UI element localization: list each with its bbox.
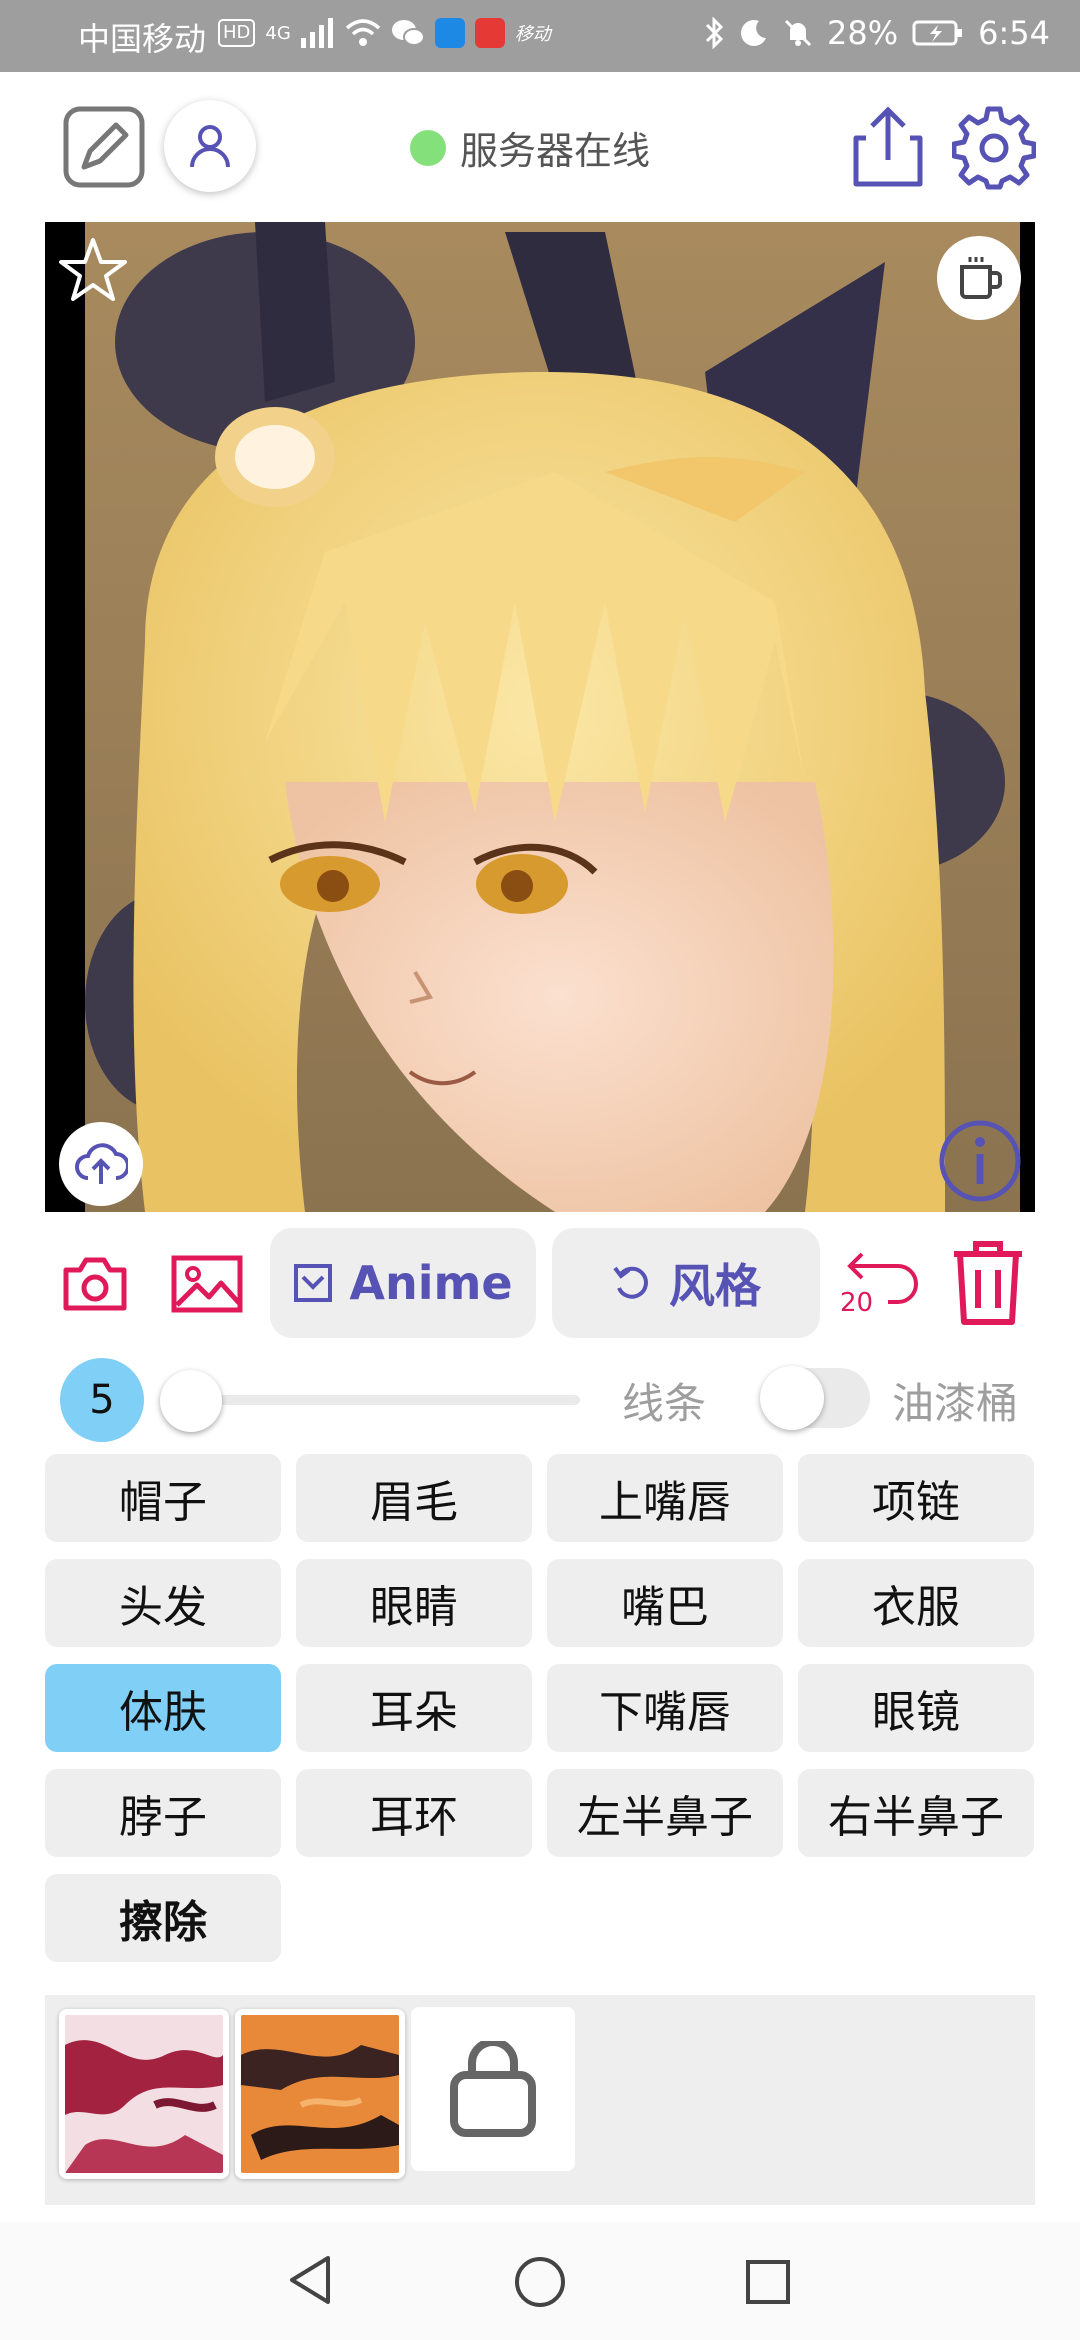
- mute-bell-icon: [784, 19, 812, 47]
- checkbox-mail-icon: [294, 1264, 333, 1302]
- search-app-icon: [434, 18, 465, 48]
- paint-bucket-label: 油漆桶: [892, 1379, 1019, 1428]
- brush-size-track[interactable]: [190, 1395, 580, 1405]
- nav-home-button[interactable]: [508, 2250, 572, 2314]
- wechat-icon: [391, 20, 425, 46]
- clock: 6:54: [978, 14, 1050, 52]
- edit-button[interactable]: [62, 105, 146, 189]
- favorite-button[interactable]: [55, 232, 131, 308]
- server-status: 服务器在线: [410, 120, 650, 175]
- back-triangle-icon: [290, 2256, 330, 2304]
- reader-app-icon: [474, 18, 505, 48]
- brush-size-badge: 5: [60, 1358, 144, 1442]
- undo-count: 20: [840, 1288, 874, 1318]
- undo-button[interactable]: 20: [838, 1244, 922, 1324]
- online-dot: [410, 129, 446, 166]
- cloud-upload-icon: [75, 1143, 128, 1184]
- system-nav-bar: [0, 2222, 1080, 2340]
- settings-button[interactable]: [952, 106, 1036, 190]
- status-icons-left: HD 4G 移动: [218, 18, 551, 48]
- part-chip[interactable]: 眼镜: [798, 1664, 1034, 1752]
- erase-chip[interactable]: 擦除: [45, 1874, 281, 1962]
- status-icons-right: 28% 6:54: [703, 14, 1050, 52]
- app-badge-text: 移动: [514, 24, 551, 45]
- part-chip[interactable]: 嘴巴: [547, 1559, 783, 1647]
- part-chip[interactable]: 帽子: [45, 1454, 281, 1542]
- gallery-button[interactable]: [170, 1252, 244, 1316]
- style-button[interactable]: 风格: [552, 1228, 820, 1338]
- trash-icon: [954, 1241, 1022, 1325]
- part-chip[interactable]: 下嘴唇: [547, 1664, 783, 1752]
- part-chip[interactable]: 左半鼻子: [547, 1769, 783, 1857]
- star-icon: [59, 238, 127, 301]
- recents-square-icon: [746, 2260, 790, 2304]
- network-type: 4G: [265, 22, 291, 44]
- texture-swatch-orange[interactable]: [235, 2009, 405, 2179]
- drawing-canvas[interactable]: [45, 222, 1035, 1212]
- delete-button[interactable]: [950, 1240, 1026, 1326]
- share-icon: [853, 106, 923, 187]
- carrier-name: 中国移动: [78, 20, 207, 58]
- texture-red-white: [65, 2015, 223, 2173]
- brush-size-thumb[interactable]: [160, 1370, 222, 1432]
- shop-bag-icon: [450, 2041, 536, 2137]
- part-chip-selected[interactable]: 体肤: [45, 1664, 281, 1752]
- edit-pen-icon: [63, 106, 145, 188]
- part-chip[interactable]: 头发: [45, 1559, 281, 1647]
- part-chip[interactable]: 眼睛: [296, 1559, 532, 1647]
- share-button[interactable]: [848, 104, 928, 190]
- upload-button[interactable]: [59, 1122, 143, 1206]
- battery-percent: 28%: [827, 14, 899, 52]
- info-button[interactable]: [937, 1118, 1023, 1204]
- generated-anime-portrait: [85, 222, 1020, 1212]
- user-icon: [190, 125, 230, 168]
- bluetooth-icon: [705, 17, 724, 49]
- coffee-button[interactable]: [937, 236, 1021, 320]
- anime-model-button[interactable]: Anime: [270, 1228, 536, 1338]
- account-button[interactable]: [164, 100, 256, 192]
- battery-icon: [912, 20, 963, 46]
- info-icon: [939, 1120, 1021, 1202]
- moon-icon: [741, 20, 767, 46]
- paint-bucket-toggle-thumb[interactable]: [760, 1366, 824, 1430]
- rotate-left-icon: [613, 1266, 648, 1299]
- gear-icon: [952, 106, 1036, 190]
- camera-button[interactable]: [60, 1252, 130, 1316]
- part-chip[interactable]: 衣服: [798, 1559, 1034, 1647]
- anime-model-label: Anime: [349, 1256, 513, 1310]
- part-chip[interactable]: 项链: [798, 1454, 1034, 1542]
- texture-shop-button[interactable]: [411, 2007, 575, 2171]
- texture-swatch-red[interactable]: [59, 2009, 229, 2179]
- coffee-cup-icon: [960, 257, 1002, 299]
- nav-back-button[interactable]: [280, 2250, 340, 2310]
- part-chip[interactable]: 上嘴唇: [547, 1454, 783, 1542]
- home-circle-icon: [515, 2257, 565, 2307]
- camera-icon: [63, 1257, 127, 1311]
- part-chip[interactable]: 右半鼻子: [798, 1769, 1034, 1857]
- nav-recents-button[interactable]: [738, 2252, 798, 2312]
- lines-label[interactable]: 线条: [622, 1370, 706, 1431]
- hd-badge: HD: [218, 19, 256, 47]
- signal-icon: [300, 18, 333, 48]
- texture-orange-black: [241, 2015, 399, 2173]
- part-chip[interactable]: 耳朵: [296, 1664, 532, 1752]
- server-status-label: 服务器在线: [460, 129, 651, 173]
- part-chip[interactable]: 脖子: [45, 1769, 281, 1857]
- image-icon: [171, 1255, 243, 1313]
- part-chip[interactable]: 眉毛: [296, 1454, 532, 1542]
- parts-grid: 帽子 眉毛 上嘴唇 项链 头发 眼睛 嘴巴 衣服 体肤 耳朵 下嘴唇 眼镜 脖子…: [45, 1454, 1035, 1962]
- status-bar: 中国移动 HD 4G 移动 28% 6:54: [0, 0, 1080, 72]
- texture-tray: [45, 1995, 1035, 2205]
- wifi-icon: [345, 19, 380, 46]
- style-label: 风格: [669, 1259, 761, 1313]
- part-chip[interactable]: 耳环: [296, 1769, 532, 1857]
